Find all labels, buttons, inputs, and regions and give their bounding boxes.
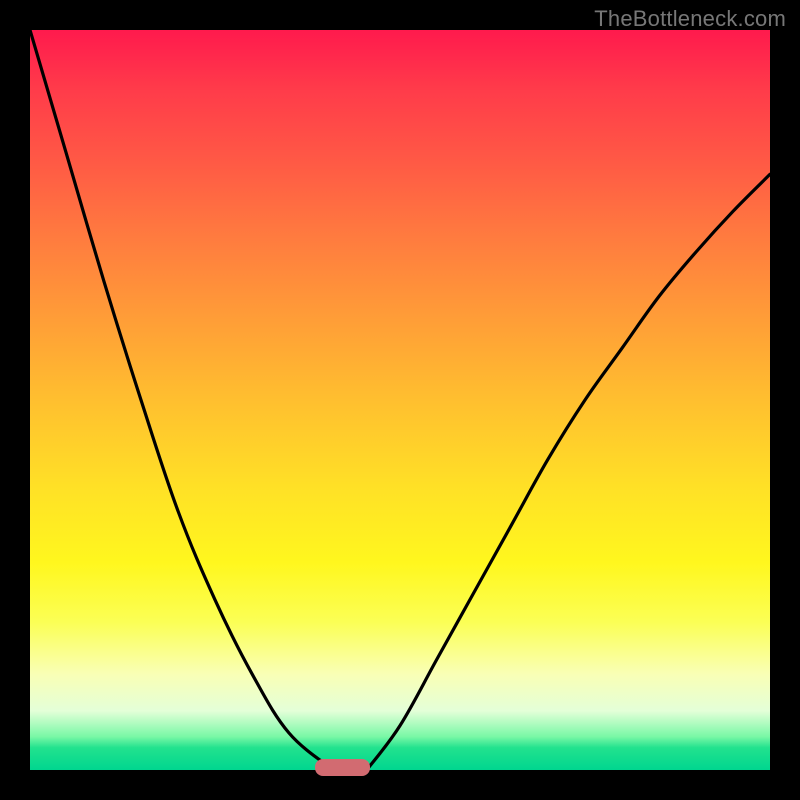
plot-area	[30, 30, 770, 770]
bottleneck-indicator	[315, 759, 370, 776]
left-curve	[30, 30, 333, 770]
right-curve	[367, 174, 770, 770]
watermark-text: TheBottleneck.com	[594, 6, 786, 32]
curve-layer	[30, 30, 770, 770]
